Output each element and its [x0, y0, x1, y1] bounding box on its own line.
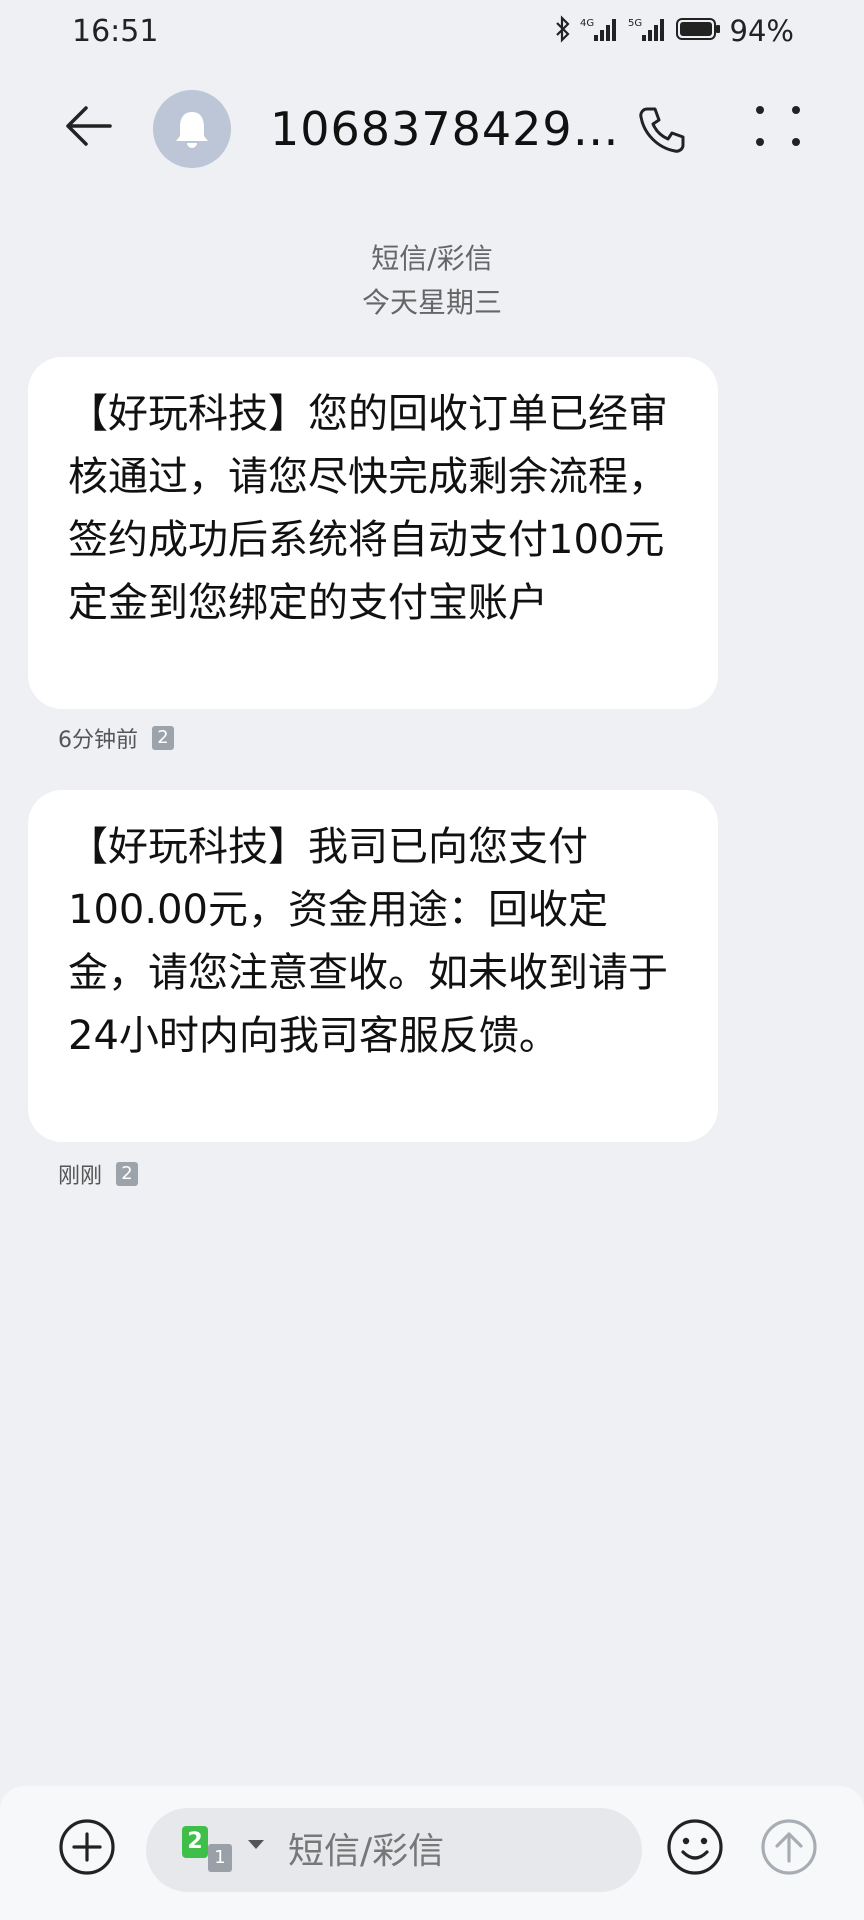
- sim-badge: 2: [116, 1162, 139, 1186]
- phone-icon: [639, 107, 685, 153]
- signal-5g-icon: 5G: [628, 15, 668, 47]
- chevron-down-icon: [248, 1840, 264, 1849]
- network-label-1: 4G: [580, 18, 594, 29]
- back-button[interactable]: [58, 96, 118, 156]
- sim-1-icon: 1: [208, 1844, 232, 1872]
- avatar[interactable]: [153, 90, 231, 168]
- status-bar: 16:51 4G 5G 94%: [0, 0, 864, 66]
- battery-icon: [675, 16, 722, 46]
- arrow-left-icon: [66, 106, 112, 146]
- emoji-button[interactable]: [664, 1816, 726, 1878]
- attach-button[interactable]: [56, 1816, 118, 1878]
- channel-label: 短信/彩信: [371, 242, 493, 275]
- arrow-up-circle-icon: [761, 1819, 817, 1875]
- smiley-icon: [667, 1819, 723, 1875]
- message-bubble[interactable]: 【好玩科技】您的回收订单已经审核通过，请您尽快完成剩余流程，签约成功后系统将自动…: [28, 357, 718, 709]
- message-meta: 6分钟前 2: [58, 722, 174, 754]
- message-time: 刚刚: [58, 1164, 103, 1189]
- sim-selector[interactable]: 1 2: [182, 1826, 264, 1876]
- more-options-button[interactable]: [748, 100, 808, 160]
- status-time: 16:51: [72, 14, 159, 49]
- network-label-2: 5G: [628, 18, 642, 29]
- bell-icon: [176, 112, 208, 148]
- battery-percent: 94%: [729, 14, 794, 48]
- sim-badge: 2: [152, 726, 174, 750]
- date-separator: 今天星期三: [361, 286, 502, 319]
- plus-circle-icon: [59, 1819, 115, 1875]
- contact-number[interactable]: 1068378429…: [270, 102, 620, 156]
- composer-bar: 1 2: [0, 1786, 864, 1920]
- conversation-header: 1068378429…: [0, 66, 864, 196]
- bluetooth-icon: [554, 15, 572, 47]
- call-button[interactable]: [632, 100, 692, 160]
- sim-2-icon: 2: [182, 1826, 208, 1858]
- message-input[interactable]: [288, 1824, 618, 1878]
- message-time: 6分钟前: [58, 728, 138, 753]
- message-bubble[interactable]: 【好玩科技】我司已向您支付100.00元，资金用途：回收定金，请您注意查收。如未…: [28, 790, 718, 1142]
- status-icons: 4G 5G 94%: [554, 14, 794, 48]
- send-button[interactable]: [758, 1816, 820, 1878]
- message-meta: 刚刚 2: [58, 1158, 139, 1190]
- signal-4g-icon: 4G: [580, 15, 620, 47]
- more-dots-icon: [756, 106, 800, 146]
